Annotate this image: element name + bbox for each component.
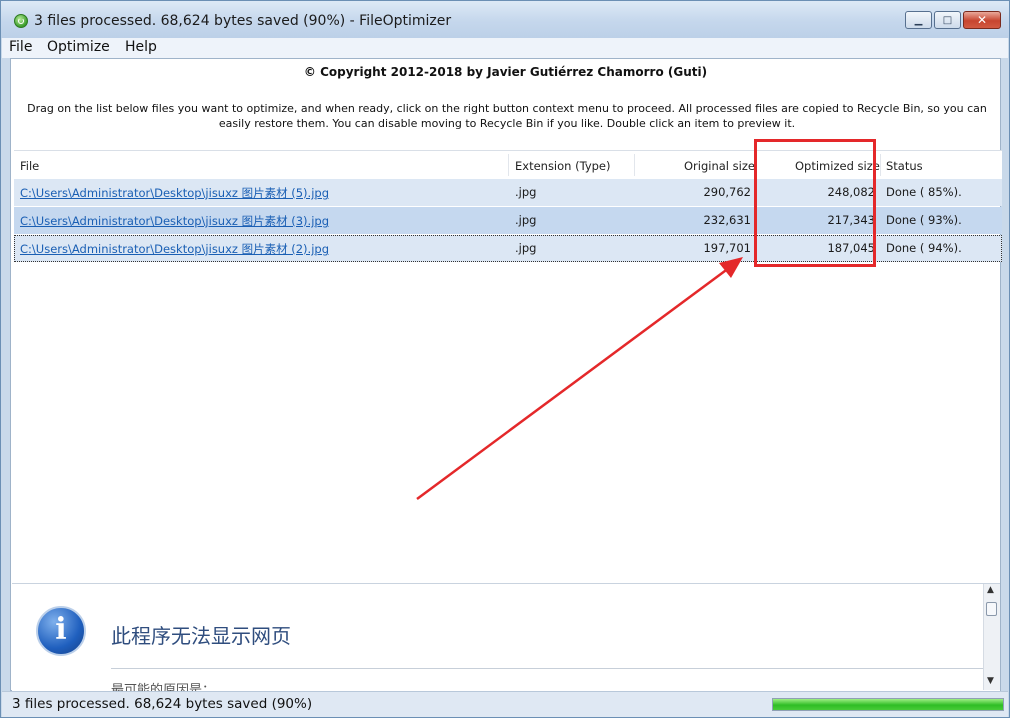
file-extension: .jpg [515,241,537,255]
info-icon [36,606,86,656]
scroll-thumb[interactable] [986,602,997,616]
file-extension: .jpg [515,185,537,199]
column-status[interactable]: Status [886,159,923,173]
close-icon: ✕ [976,13,988,27]
status-bar: 3 files processed. 68,624 bytes saved (9… [2,691,1008,717]
status-text: Done ( 94%). [886,241,962,255]
menu-file[interactable]: File [9,39,32,55]
status-bar-text: 3 files processed. 68,624 bytes saved (9… [12,696,313,712]
original-size: 197,701 [703,241,751,255]
progress-bar [772,698,1004,711]
app-window: 3 files processed. 68,624 bytes saved (9… [0,0,1010,718]
column-divider[interactable] [880,154,881,176]
copyright-text: © Copyright 2012-2018 by Javier Gutiérre… [303,65,708,79]
window-title: 3 files processed. 68,624 bytes saved (9… [34,13,452,29]
file-path-link[interactable]: C:\Users\Administrator\Desktop\jisuxz 图片… [20,213,329,229]
scroll-up-icon[interactable]: ▲ [987,585,994,595]
file-path-link[interactable]: C:\Users\Administrator\Desktop\jisuxz 图片… [20,241,329,257]
progress-bar-fill [773,699,1003,710]
title-bar[interactable]: 3 files processed. 68,624 bytes saved (9… [1,1,1009,38]
column-original-size[interactable]: Original size [684,159,755,173]
instructions-text: Drag on the list below files you want to… [27,102,987,130]
maximize-button[interactable]: □ [934,11,961,29]
column-extension[interactable]: Extension (Type) [515,159,611,173]
menu-optimize[interactable]: Optimize [47,39,110,55]
annotation-highlight-box [754,139,876,267]
menu-help[interactable]: Help [125,39,157,55]
original-size: 290,762 [703,185,751,199]
minimize-button[interactable]: ▁ [905,11,932,29]
status-text: Done ( 85%). [886,185,962,199]
minimize-icon: ▁ [914,14,923,26]
preview-scrollbar[interactable]: ▲ ▼ [983,584,1000,690]
status-text: Done ( 93%). [886,213,962,227]
preview-pane: 此程序无法显示网页 最可能的原因是： ▲ ▼ [12,583,1000,691]
close-button[interactable]: ✕ [963,11,1001,29]
window-controls: ▁ □ ✕ [905,11,1001,29]
preview-divider [111,668,987,669]
menu-bar: File Optimize Help [2,38,1008,58]
column-divider[interactable] [634,154,635,176]
column-divider[interactable] [508,154,509,176]
file-extension: .jpg [515,213,537,227]
original-size: 232,631 [703,213,751,227]
file-path-link[interactable]: C:\Users\Administrator\Desktop\jisuxz 图片… [20,185,329,201]
preview-error-title: 此程序无法显示网页 [111,624,291,648]
column-file[interactable]: File [20,159,39,173]
annotation-arrow [416,257,743,501]
scroll-down-icon[interactable]: ▼ [987,676,994,686]
maximize-icon: □ [942,14,953,26]
main-panel: © Copyright 2012-2018 by Javier Gutiérre… [10,58,1002,691]
annotation-arrow-line [416,263,734,501]
preview-error-subtitle: 最可能的原因是： [111,683,216,691]
fileoptimizer-icon [14,14,28,28]
